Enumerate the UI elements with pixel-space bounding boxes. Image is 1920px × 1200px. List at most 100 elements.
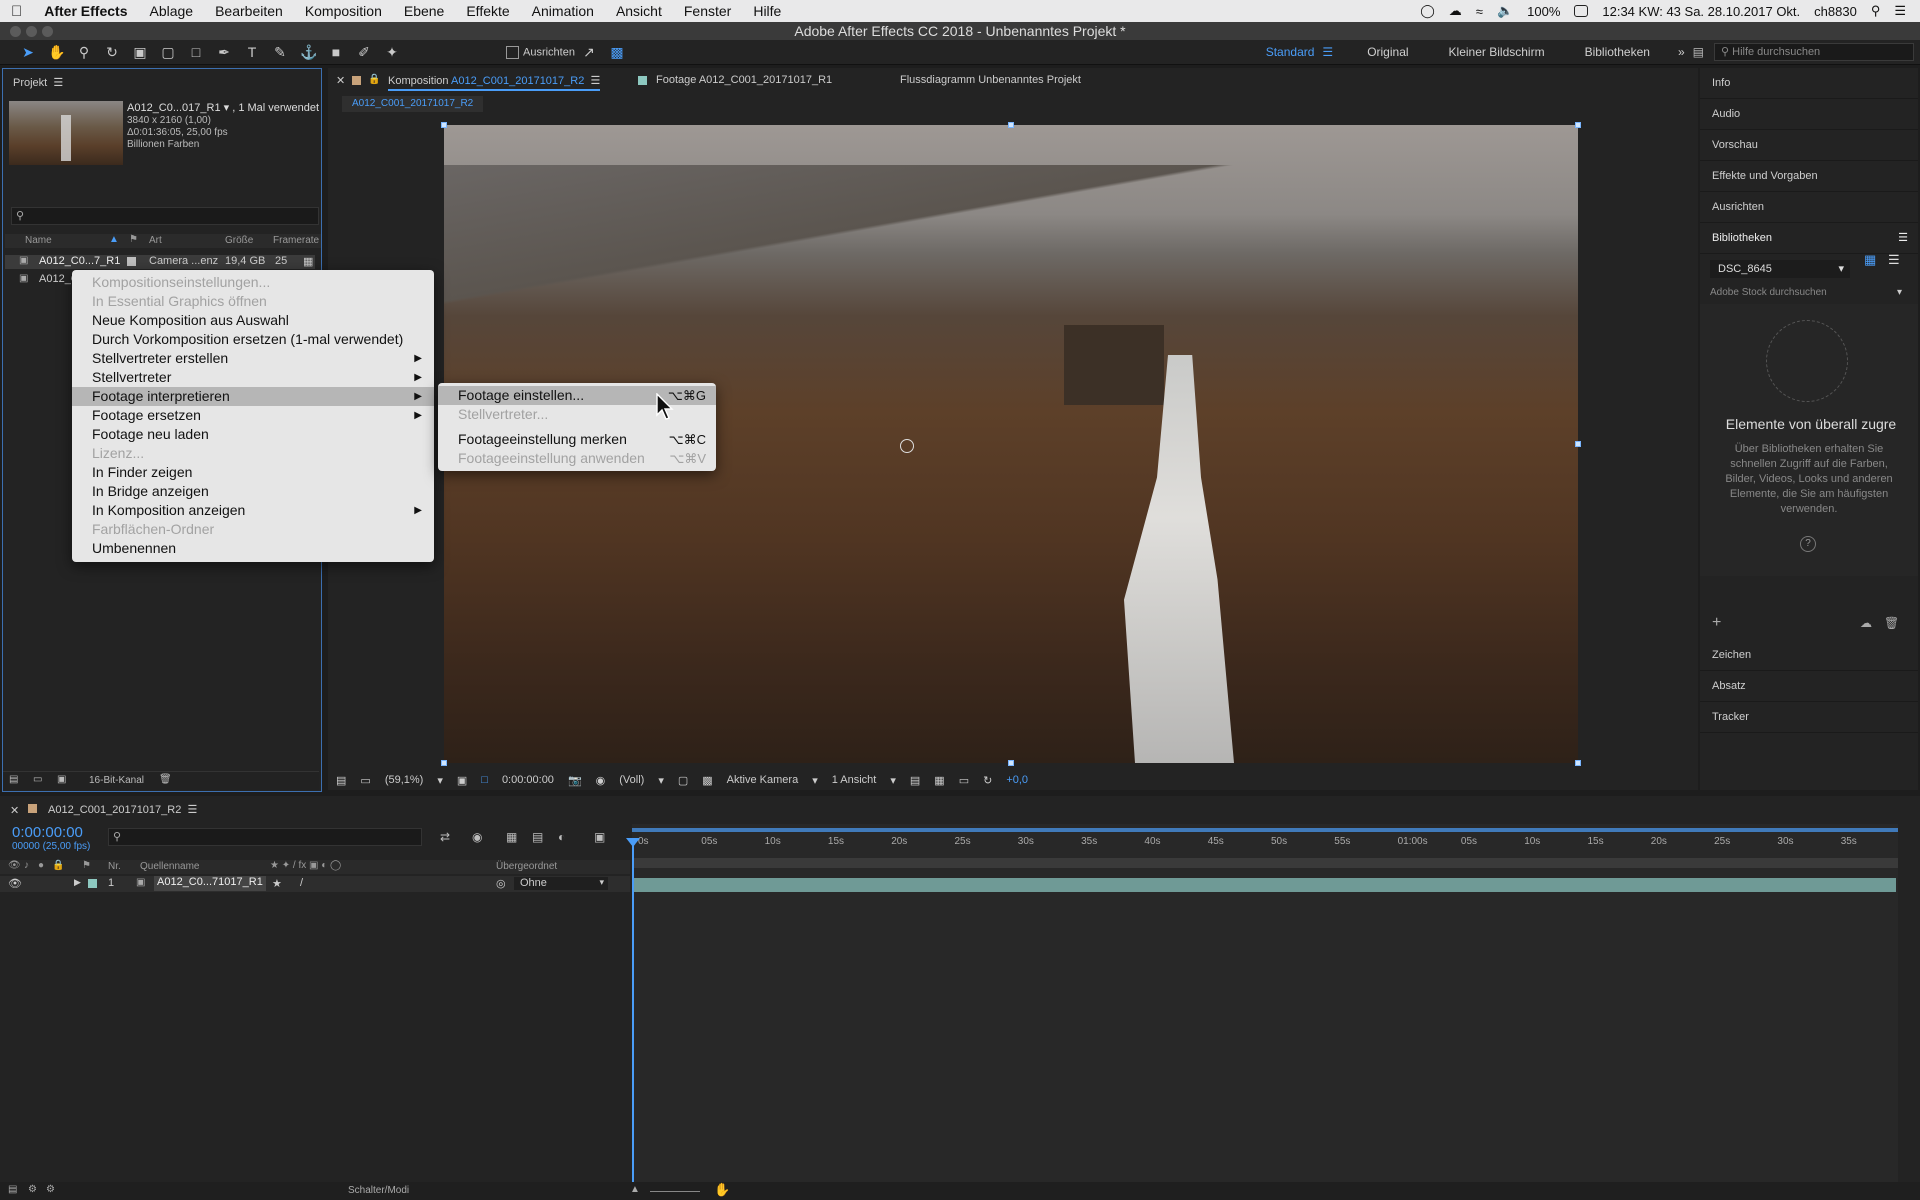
workspace-kleiner-bildschirm[interactable]: Kleiner Bildschirm: [1449, 45, 1545, 59]
lock-switch-icon[interactable]: 🔒: [52, 860, 64, 871]
context-menu-item[interactable]: Footage interpretieren ▶: [72, 387, 434, 406]
text-tool-icon[interactable]: T: [244, 45, 260, 59]
toggle-switches-modes[interactable]: Schalter/Modi: [348, 1185, 409, 1196]
menu-komposition[interactable]: Komposition: [294, 3, 393, 19]
timeline-search-input[interactable]: ⚲: [108, 828, 422, 846]
parent-dropdown[interactable]: Ohne ▾: [514, 877, 608, 890]
expand-modes-icon[interactable]: ⚙: [28, 1184, 37, 1195]
creative-cloud-icon[interactable]: ☁: [1449, 3, 1462, 19]
tab-flussdiagramm[interactable]: Flussdiagramm Unbenanntes Projekt: [900, 74, 1081, 86]
layer-handle[interactable]: [441, 122, 447, 128]
eraser-tool-icon[interactable]: ■: [328, 45, 344, 59]
parent-pickwhip-icon[interactable]: ◎: [496, 877, 506, 890]
menu-fenster[interactable]: Fenster: [673, 3, 742, 19]
accessibility-icon[interactable]: ◯: [1420, 3, 1435, 19]
app-menu[interactable]: After Effects: [33, 3, 138, 19]
tab-footage[interactable]: Footage A012_C001_20171017_R1: [656, 74, 832, 86]
panel-audio[interactable]: Audio: [1700, 99, 1918, 130]
frame-blending-icon[interactable]: ▤: [532, 830, 543, 844]
context-menu-item[interactable]: Stellvertreter erstellen ▶: [72, 349, 434, 368]
chevron-down-icon[interactable]: ▾: [890, 774, 896, 787]
trash-icon[interactable]: 🗑: [1884, 616, 1899, 630]
minimize-window-button[interactable]: [26, 26, 37, 37]
context-menu-item[interactable]: Umbenennen: [72, 539, 434, 558]
context-menu-item[interactable]: In Bridge anzeigen: [72, 482, 434, 501]
sync-settings-icon[interactable]: ▤: [1693, 45, 1704, 59]
close-window-button[interactable]: [10, 26, 21, 37]
rotate-tool-icon[interactable]: ↻: [104, 45, 120, 59]
zoom-slider[interactable]: [650, 1191, 700, 1192]
project-search-input[interactable]: ⚲: [11, 207, 319, 225]
user-name[interactable]: ch8830: [1814, 4, 1857, 19]
cloud-sync-icon[interactable]: ☁: [1860, 616, 1872, 630]
playhead-handle[interactable]: [626, 838, 640, 847]
libraries-menu-icon[interactable]: ☰: [1898, 223, 1908, 253]
motion-blur-icon[interactable]: ◐: [558, 830, 565, 844]
add-icon[interactable]: +: [1712, 614, 1721, 632]
context-menu-item[interactable]: Durch Vorkomposition ersetzen (1-mal ver…: [72, 330, 434, 349]
volume-icon[interactable]: 🔈: [1497, 3, 1513, 19]
camera-tool-icon[interactable]: ▣: [132, 45, 148, 59]
panel-ausrichten[interactable]: Ausrichten: [1700, 192, 1918, 223]
help-icon[interactable]: ?: [1800, 536, 1816, 552]
project-row[interactable]: ▣ A012_C0...7_R1 Camera ...enz 19,4 GB 2…: [5, 255, 315, 269]
pen-tool-icon[interactable]: ✒: [216, 45, 232, 59]
expand-stretch-icon[interactable]: ⚙: [46, 1184, 55, 1195]
menu-effekte[interactable]: Effekte: [455, 3, 520, 19]
resolution-dropdown[interactable]: (Voll): [619, 774, 644, 786]
toggle-pixel-icon[interactable]: ▤: [910, 774, 920, 787]
zoom-dropdown[interactable]: (59,1%): [385, 774, 424, 786]
col-framerate[interactable]: Framerate: [273, 235, 319, 246]
trash-icon[interactable]: 🗑: [159, 774, 172, 785]
zoom-tool-icon[interactable]: ⚲: [76, 45, 92, 59]
context-menu-item[interactable]: Neue Komposition aus Auswahl: [72, 311, 434, 330]
menu-animation[interactable]: Animation: [521, 3, 605, 19]
roto-brush-tool-icon[interactable]: ✐: [356, 45, 372, 59]
shy-layers-icon[interactable]: ▦: [506, 830, 517, 844]
timeline-timecode[interactable]: 0:00:00:00: [12, 824, 83, 841]
help-search[interactable]: ⚲ Hilfe durchsuchen: [1714, 43, 1914, 61]
menu-bearbeiten[interactable]: Bearbeiten: [204, 3, 294, 19]
context-menu-item[interactable]: Stellvertreter ▶: [72, 368, 434, 387]
panel-tracker[interactable]: Tracker: [1700, 702, 1918, 733]
layer-handle[interactable]: [1575, 760, 1581, 766]
context-menu-item[interactable]: In Finder zeigen: [72, 463, 434, 482]
battery-icon[interactable]: [1574, 5, 1589, 17]
wifi-icon[interactable]: ≈: [1476, 4, 1483, 19]
camera-dropdown[interactable]: Aktive Kamera: [727, 774, 799, 786]
close-timeline-tab-icon[interactable]: ✕: [10, 804, 19, 817]
label-column-icon[interactable]: ⚑: [129, 234, 138, 245]
clone-stamp-tool-icon[interactable]: ⚓: [300, 45, 317, 59]
layer-row[interactable]: 👁 ▶ 1 ▣ A012_C0...71017_R1 ★ / ◎ Ohne ▾: [0, 876, 630, 892]
safe-zones-icon[interactable]: ▣: [457, 774, 467, 787]
new-composition-icon[interactable]: ▣: [57, 774, 66, 785]
layer-handle[interactable]: [1575, 122, 1581, 128]
layer-handle[interactable]: [441, 760, 447, 766]
layer-handle[interactable]: [1008, 122, 1014, 128]
collapse-transform-icon[interactable]: ★: [272, 877, 282, 890]
stock-search-input[interactable]: Adobe Stock durchsuchen ▾: [1710, 284, 1908, 302]
audio-switch-icon[interactable]: ♪: [24, 860, 29, 871]
apple-menu-icon[interactable]: : [0, 3, 33, 20]
context-menu-item[interactable]: In Komposition anzeigen ▶: [72, 501, 434, 520]
col-quellenname[interactable]: Quellenname: [140, 861, 199, 872]
comp-mini-flowchart-icon[interactable]: ⇄: [440, 830, 450, 844]
chevron-down-icon[interactable]: ▾: [658, 774, 664, 787]
zoom-out-icon[interactable]: ▲: [630, 1184, 640, 1195]
new-folder-icon[interactable]: ▭: [33, 774, 42, 785]
col-name[interactable]: Name: [25, 235, 52, 246]
workspace-menu-icon[interactable]: ☰: [1322, 45, 1333, 59]
exposure-value[interactable]: +0,0: [1006, 774, 1028, 786]
fast-preview-icon[interactable]: ▦: [934, 774, 944, 787]
workspace-original[interactable]: Original: [1367, 45, 1408, 59]
playhead[interactable]: [632, 844, 634, 1184]
interpret-footage-icon[interactable]: ▤: [9, 774, 18, 785]
tab-komposition[interactable]: Komposition A012_C001_20171017_R2 ☰: [388, 74, 600, 87]
selection-tool-icon[interactable]: ➤: [20, 45, 36, 59]
brush-tool-icon[interactable]: ✎: [272, 45, 288, 59]
workspace-standard[interactable]: Standard: [1266, 45, 1315, 59]
menu-hilfe[interactable]: Hilfe: [742, 3, 792, 19]
views-dropdown[interactable]: 1 Ansicht: [832, 774, 877, 786]
menu-ablage[interactable]: Ablage: [139, 3, 205, 19]
label-icon[interactable]: ⚑: [82, 860, 91, 871]
